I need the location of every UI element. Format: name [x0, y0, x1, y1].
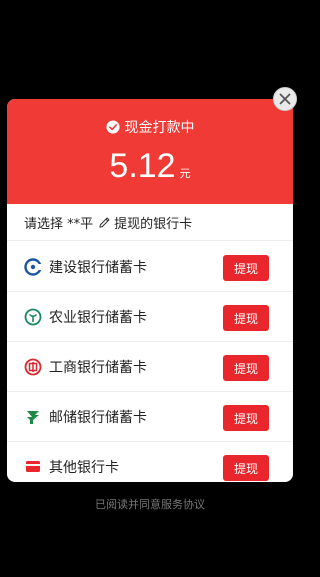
- bank-name: 农业银行储蓄卡: [49, 309, 147, 326]
- pencil-icon: [99, 217, 110, 228]
- bank-name: 其他银行卡: [49, 459, 119, 476]
- withdraw-button-ccb[interactable]: 提现: [223, 255, 269, 281]
- status-text: 现金打款中: [124, 120, 195, 136]
- select-suffix: 提现的银行卡: [114, 216, 193, 232]
- withdraw-dialog: 现金打款中 5.12 元 请选择 **平 提现的银行卡 建设银行储蓄卡 提现 农…: [7, 99, 293, 482]
- close-icon: [279, 93, 291, 105]
- psbc-logo-icon: [27, 410, 39, 424]
- abc-logo-icon: [24, 308, 42, 325]
- select-prefix: 请选择 **平: [24, 216, 94, 232]
- check-circle-icon: [105, 120, 120, 134]
- bank-row-ccb[interactable]: 建设银行储蓄卡 提现: [7, 242, 293, 292]
- ccb-logo-icon: [24, 257, 42, 276]
- icbc-logo-icon: [24, 358, 42, 375]
- withdraw-button-psbc[interactable]: 提现: [223, 405, 269, 431]
- withdraw-button-other[interactable]: 提现: [223, 455, 269, 481]
- bank-name: 工商银行储蓄卡: [49, 359, 147, 376]
- withdraw-button-abc[interactable]: 提现: [223, 305, 269, 331]
- bank-row-psbc[interactable]: 邮储银行储蓄卡 提现: [7, 392, 293, 442]
- select-bank-prompt: 请选择 **平 提现的银行卡: [7, 204, 293, 241]
- agreement-link[interactable]: 已阅读并同意服务协议: [0, 496, 300, 512]
- other-bank-icon: [26, 460, 40, 472]
- bank-row-abc[interactable]: 农业银行储蓄卡 提现: [7, 292, 293, 342]
- bank-name: 邮储银行储蓄卡: [49, 409, 147, 426]
- withdraw-button-icbc[interactable]: 提现: [223, 355, 269, 381]
- bank-row-other[interactable]: 其他银行卡 提现: [7, 442, 293, 482]
- amount-row: 5.12 元: [7, 147, 293, 185]
- dialog-header: 现金打款中 5.12 元: [7, 99, 293, 204]
- status-row: 现金打款中: [7, 117, 293, 137]
- bank-row-icbc[interactable]: 工商银行储蓄卡 提现: [7, 342, 293, 392]
- amount-value: 5.12: [109, 147, 176, 185]
- close-button[interactable]: [273, 87, 297, 111]
- bank-list: 建设银行储蓄卡 提现 农业银行储蓄卡 提现 工商银行储蓄卡 提现 邮储银行储蓄卡…: [7, 242, 293, 482]
- bank-name: 建设银行储蓄卡: [49, 259, 147, 276]
- currency-unit: 元: [179, 167, 191, 180]
